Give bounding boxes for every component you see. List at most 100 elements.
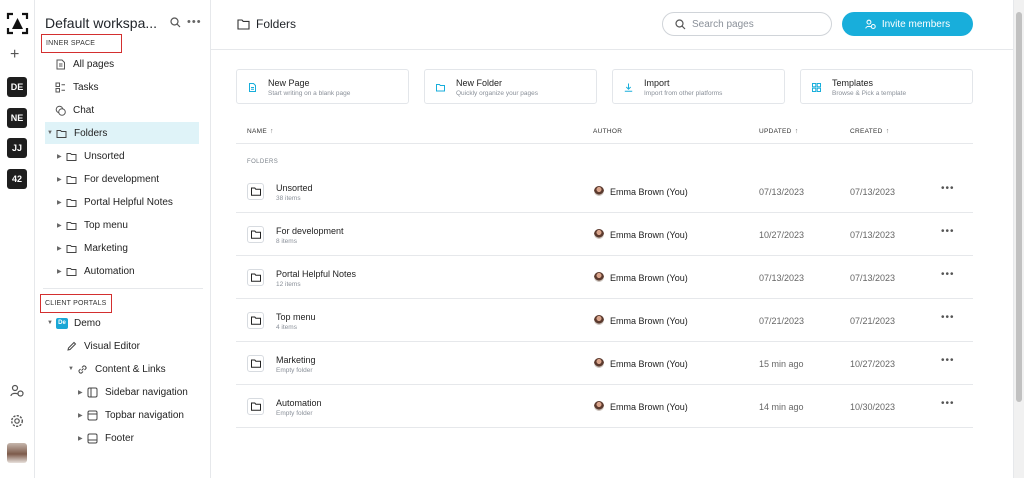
card-title: New Folder (456, 78, 503, 88)
caret-down-icon[interactable]: ▼ (47, 320, 56, 326)
workspace-avatar-ne[interactable]: NE (7, 108, 27, 128)
workspace-title[interactable]: Default workspa... (45, 15, 157, 31)
sidebar-divider (43, 288, 203, 289)
caret-right-icon[interactable]: ▶ (57, 222, 66, 229)
table-row[interactable]: Top menu 4 items Emma Brown (You) 07/21/… (236, 299, 973, 342)
invite-label: Invite members (881, 18, 951, 30)
row-count: Empty folder (276, 410, 313, 417)
sidebar-folder-top-menu[interactable]: ▶ Top menu (57, 214, 128, 236)
caret-right-icon[interactable]: ▶ (78, 412, 87, 419)
more-options-icon[interactable]: ••• (187, 16, 202, 28)
row-created: 10/27/2023 (850, 359, 896, 369)
column-author[interactable]: AUTHOR (593, 128, 622, 135)
row-updated: 10/27/2023 (759, 230, 805, 240)
portal-visual-editor[interactable]: Visual Editor (66, 335, 140, 357)
caret-right-icon[interactable]: ▶ (78, 389, 87, 396)
row-more-icon[interactable]: ••• (941, 183, 955, 194)
search-icon[interactable] (170, 17, 181, 28)
search-box[interactable] (662, 12, 832, 36)
row-author: Emma Brown (You) (610, 273, 688, 283)
sidebar-folder-automation[interactable]: ▶ Automation (57, 260, 135, 282)
scrollbar[interactable] (1013, 0, 1024, 478)
column-updated[interactable]: UPDATED ↑ (759, 128, 799, 135)
row-more-icon[interactable]: ••• (941, 398, 955, 409)
search-input[interactable] (692, 18, 812, 30)
new-folder-card[interactable]: New Folder Quickly organize your pages (424, 69, 597, 104)
user-avatar[interactable] (7, 443, 27, 463)
caret-down-icon[interactable]: ▼ (68, 366, 77, 372)
portal-badge: De (56, 317, 68, 329)
portal-demo[interactable]: ▼ De Demo (47, 312, 101, 334)
column-label: NAME (247, 128, 267, 135)
add-workspace-icon[interactable]: + (10, 47, 19, 63)
row-name: Automation (276, 398, 322, 408)
folder-icon (237, 19, 250, 30)
caret-right-icon[interactable]: ▶ (57, 268, 66, 275)
sidebar-layout-icon (87, 387, 98, 397)
portal-content-links[interactable]: ▼ Content & Links (68, 358, 166, 380)
import-card[interactable]: Import Import from other platforms (612, 69, 785, 104)
caret-right-icon[interactable]: ▶ (57, 199, 66, 206)
invite-members-button[interactable]: Invite members (842, 12, 973, 36)
row-count: 4 items (276, 324, 297, 331)
sidebar-folder-for-development[interactable]: ▶ For development (57, 168, 159, 190)
caret-right-icon[interactable]: ▶ (57, 245, 66, 252)
card-title: Templates (832, 78, 874, 88)
members-icon[interactable] (10, 384, 24, 398)
workspace-avatar-42[interactable]: 42 (7, 169, 27, 189)
table-row[interactable]: For development 8 items Emma Brown (You)… (236, 213, 973, 256)
row-more-icon[interactable]: ••• (941, 355, 955, 366)
caret-right-icon[interactable]: ▶ (57, 153, 66, 160)
sidebar-item-tasks[interactable]: Tasks (45, 76, 203, 98)
sidebar-item-chat[interactable]: Chat (45, 99, 203, 121)
top-bar: Folders Invite members (211, 0, 1013, 50)
card-subtitle: Browse & Pick a template (832, 90, 907, 97)
scrollbar-thumb[interactable] (1016, 12, 1022, 402)
row-more-icon[interactable]: ••• (941, 312, 955, 323)
table-row[interactable]: Marketing Empty folder Emma Brown (You) … (236, 342, 973, 385)
portal-footer[interactable]: ▶ Footer (78, 427, 134, 449)
sort-arrow-icon[interactable]: ↑ (795, 128, 799, 135)
gear-icon[interactable] (10, 414, 24, 428)
folder-icon (247, 183, 264, 200)
templates-card[interactable]: Templates Browse & Pick a template (800, 69, 973, 104)
sort-arrow-icon[interactable]: ↑ (886, 128, 890, 135)
workspace-avatar-de[interactable]: DE (7, 77, 27, 97)
folder-icon (436, 84, 445, 92)
app-logo-icon[interactable] (6, 12, 29, 35)
link-icon (78, 364, 87, 374)
row-more-icon[interactable]: ••• (941, 269, 955, 280)
sort-arrow-icon[interactable]: ↑ (270, 128, 274, 135)
table-row[interactable]: Unsorted 38 items Emma Brown (You) 07/13… (236, 170, 973, 213)
portal-item-label: Visual Editor (84, 340, 140, 352)
pencil-icon (67, 341, 77, 351)
portal-sidebar-navigation[interactable]: ▶ Sidebar navigation (78, 381, 188, 403)
folder-icon (247, 269, 264, 286)
new-page-card[interactable]: New Page Start writing on a blank page (236, 69, 409, 104)
sidebar-item-all-pages[interactable]: All pages (45, 53, 203, 75)
row-updated: 07/13/2023 (759, 187, 805, 197)
sidebar-folder-label: Unsorted (84, 150, 125, 162)
column-label: CREATED (850, 128, 883, 135)
portal-topbar-navigation[interactable]: ▶ Topbar navigation (78, 404, 184, 426)
row-updated: 15 min ago (759, 359, 804, 369)
folder-icon (247, 398, 264, 415)
sidebar-folder-unsorted[interactable]: ▶ Unsorted (57, 145, 125, 167)
members-icon (865, 19, 876, 29)
row-name: For development (276, 226, 344, 236)
caret-right-icon[interactable]: ▶ (78, 435, 87, 442)
caret-right-icon[interactable]: ▶ (57, 176, 66, 183)
column-name[interactable]: NAME ↑ (247, 128, 274, 135)
workspace-rail: + DE NE JJ 42 (0, 0, 35, 478)
column-created[interactable]: CREATED ↑ (850, 128, 890, 135)
table-row[interactable]: Portal Helpful Notes 12 items Emma Brown… (236, 256, 973, 299)
table-row[interactable]: Automation Empty folder Emma Brown (You)… (236, 385, 973, 428)
workspace-avatar-jj[interactable]: JJ (7, 138, 27, 158)
caret-down-icon[interactable]: ▼ (47, 130, 56, 136)
sidebar-item-folders[interactable]: ▼ Folders (45, 122, 199, 144)
sidebar-folder-marketing[interactable]: ▶ Marketing (57, 237, 128, 259)
page-title: Folders (256, 17, 297, 31)
row-more-icon[interactable]: ••• (941, 226, 955, 237)
row-author: Emma Brown (You) (610, 359, 688, 369)
sidebar-folder-portal-helpful-notes[interactable]: ▶ Portal Helpful Notes (57, 191, 173, 213)
